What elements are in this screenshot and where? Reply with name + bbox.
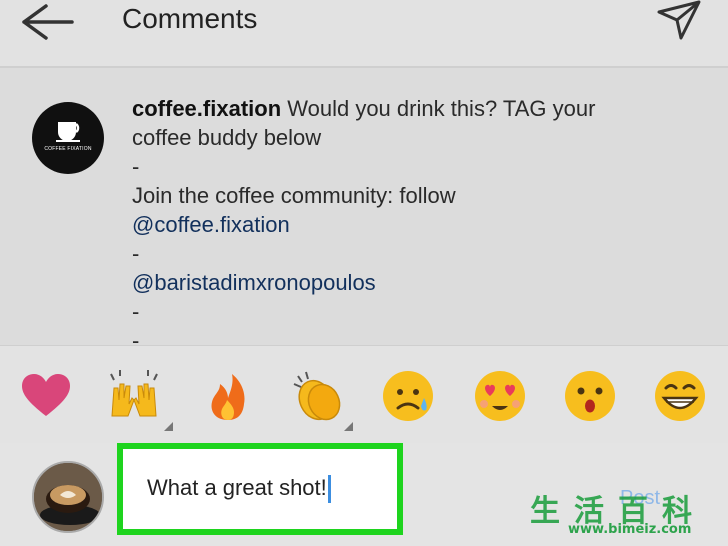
- caption-line: -: [132, 328, 140, 345]
- caption-username[interactable]: coffee.fixation: [132, 96, 281, 121]
- user-avatar[interactable]: [32, 461, 104, 533]
- back-button[interactable]: [18, 2, 78, 42]
- caption-line: -: [132, 299, 140, 324]
- caption-line: coffee buddy below: [132, 125, 322, 150]
- text-cursor: [327, 475, 331, 504]
- avatar[interactable]: COFFEE FIXATION: [32, 102, 104, 174]
- top-bar: Comments: [0, 0, 728, 68]
- watermark: 生活百科 www.bimeiz.com: [524, 486, 728, 546]
- paper-plane-icon: [657, 0, 701, 40]
- page-title: Comments: [122, 3, 258, 34]
- coffee-cup-icon: [56, 122, 80, 142]
- comment-input[interactable]: What a great shot!: [147, 475, 331, 504]
- caption-line: Would you drink this? TAG your: [281, 96, 596, 121]
- caption-line: Join the coffee community: follow: [132, 183, 456, 208]
- grinning-face-icon[interactable]: [652, 368, 708, 424]
- heart-icon[interactable]: [18, 368, 74, 424]
- clapping-hands-icon[interactable]: [290, 368, 346, 424]
- watermark-url: www.bimeiz.com: [568, 522, 692, 537]
- caption-text: coffee.fixation Would you drink this? TA…: [132, 94, 692, 345]
- raising-hands-icon[interactable]: [106, 368, 162, 424]
- caption-mention[interactable]: @baristadimxronopoulos: [132, 268, 692, 297]
- caption-mention[interactable]: @coffee.fixation: [132, 210, 692, 239]
- fire-icon[interactable]: [200, 368, 256, 424]
- surprised-face-icon[interactable]: [562, 368, 618, 424]
- variant-indicator: [344, 422, 353, 431]
- post-caption: COFFEE FIXATION coffee.fixation Would yo…: [0, 68, 728, 345]
- send-button[interactable]: [655, 0, 705, 42]
- variant-indicator: [164, 422, 173, 431]
- comment-input-highlight[interactable]: What a great shot!: [117, 443, 403, 535]
- emoji-bar: [0, 345, 728, 444]
- sad-face-icon[interactable]: [380, 368, 436, 424]
- avatar-logo-text: COFFEE FIXATION: [44, 146, 92, 152]
- caption-line: -: [132, 241, 140, 266]
- arrow-left-icon: [22, 4, 74, 40]
- latte-cup-icon: [34, 463, 102, 531]
- comment-input-value: What a great shot!: [147, 475, 327, 500]
- caption-line: -: [132, 154, 140, 179]
- heart-eyes-icon[interactable]: [472, 368, 528, 424]
